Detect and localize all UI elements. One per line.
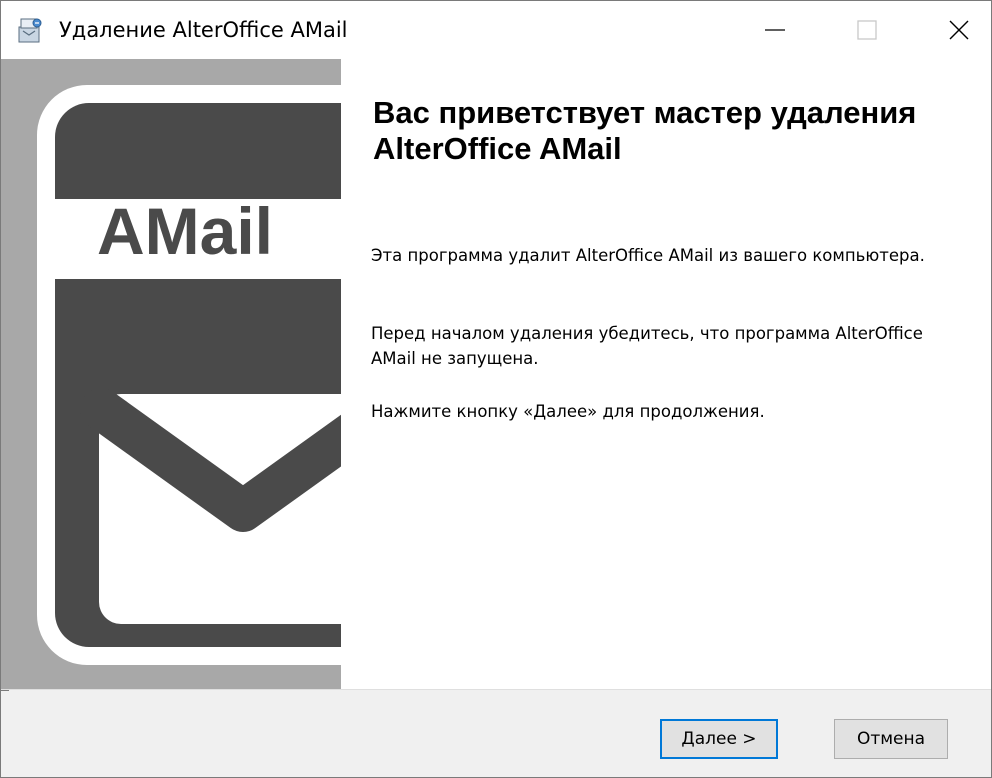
description-text: Эта программа удалит AlterOffice AMail и… bbox=[371, 246, 925, 265]
maximize-icon bbox=[857, 20, 877, 40]
next-button[interactable]: Далее > bbox=[660, 719, 778, 759]
envelope-icon bbox=[80, 388, 341, 624]
installer-icon bbox=[18, 18, 42, 43]
maximize-button bbox=[837, 1, 897, 59]
uninstall-wizard-window: Удаление AlterOffice AMail AMail Вас при… bbox=[0, 0, 992, 778]
window-title: Удаление AlterOffice AMail bbox=[59, 18, 348, 42]
logo-text: AMail bbox=[97, 194, 273, 268]
instruction-text: Нажмите кнопку «Далее» для продолжения. bbox=[371, 402, 765, 421]
warning-text: Перед началом удаления убедитесь, что пр… bbox=[371, 324, 923, 368]
minimize-icon bbox=[765, 29, 785, 31]
minimize-button[interactable] bbox=[745, 1, 805, 59]
close-icon bbox=[949, 20, 969, 40]
wizard-footer: Далее > Отмена bbox=[1, 689, 991, 777]
cancel-button[interactable]: Отмена bbox=[834, 719, 948, 759]
wizard-content: Вас приветствует мастер удаления AlterOf… bbox=[341, 59, 991, 689]
footer-divider bbox=[1, 690, 9, 691]
amail-logo: AMail bbox=[37, 85, 341, 665]
title-bar[interactable]: Удаление AlterOffice AMail bbox=[1, 1, 991, 59]
welcome-heading: Вас приветствует мастер удаления AlterOf… bbox=[373, 95, 917, 166]
wizard-sidebar-image: AMail bbox=[1, 59, 341, 689]
close-button[interactable] bbox=[929, 1, 989, 59]
